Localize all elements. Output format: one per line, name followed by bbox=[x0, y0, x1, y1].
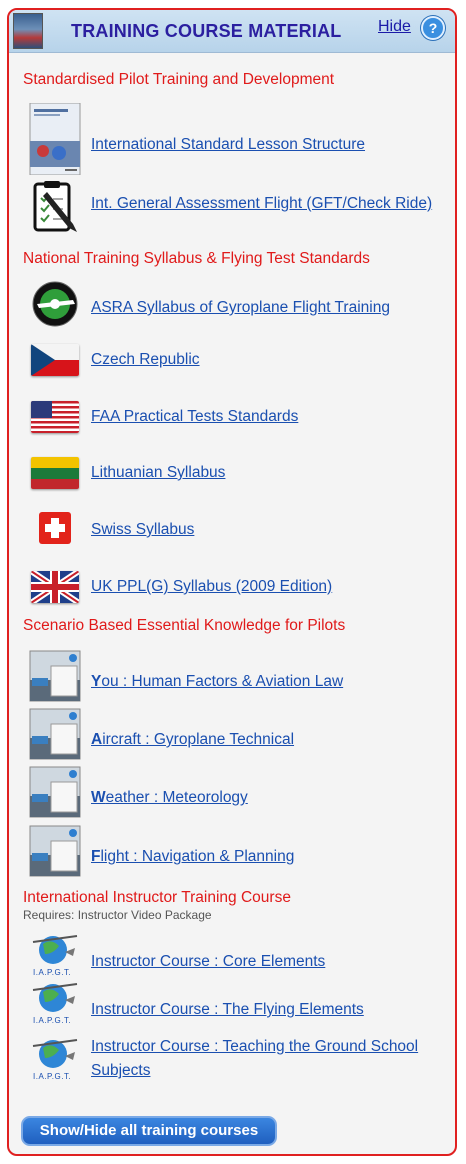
scenario-thumbnail-icon bbox=[29, 825, 81, 877]
section-title-instructor: International Instructor Training Course bbox=[23, 889, 291, 906]
panel-title: TRAINING COURSE MATERIAL bbox=[71, 21, 342, 41]
link-label[interactable]: Swiss Syllabus bbox=[91, 518, 451, 542]
link-label[interactable]: Flight : Navigation & Planning bbox=[91, 845, 451, 869]
section-title-scenario: Scenario Based Essential Knowledge for P… bbox=[23, 617, 346, 634]
link-label[interactable]: Instructor Course : Core Elements bbox=[91, 950, 451, 974]
section-title-standardised: Standardised Pilot Training and Developm… bbox=[23, 71, 335, 88]
iapgt-logo-text: I.A.P.G.T. bbox=[33, 968, 72, 977]
link-label[interactable]: International Standard Lesson Structure bbox=[91, 133, 451, 157]
section-title-national: National Training Syllabus & Flying Test… bbox=[23, 250, 370, 267]
link-label[interactable]: Instructor Course : Teaching the Ground … bbox=[91, 1035, 451, 1083]
show-hide-all-button[interactable]: Show/Hide all training courses bbox=[21, 1116, 277, 1146]
link-label[interactable]: Weather : Meteorology bbox=[91, 786, 451, 810]
link-label[interactable]: Int. General Assessment Flight (GFT/Chec… bbox=[91, 192, 451, 216]
link-label[interactable]: Lithuanian Syllabus bbox=[91, 461, 451, 485]
link-label[interactable]: Aircraft : Gyroplane Technical bbox=[91, 728, 451, 752]
link-label[interactable]: FAA Practical Tests Standards bbox=[91, 405, 451, 429]
panel-header: TRAINING COURSE MATERIAL Hide ? bbox=[9, 10, 455, 53]
us-flag-icon bbox=[29, 391, 81, 443]
link-label[interactable]: ASRA Syllabus of Gyroplane Flight Traini… bbox=[91, 296, 451, 320]
hide-link[interactable]: Hide bbox=[378, 18, 411, 36]
help-icon[interactable]: ? bbox=[421, 16, 445, 40]
iapgt-logo-icon: I.A.P.G.T. bbox=[29, 980, 81, 1032]
requirement-note: Requires: Instructor Video Package bbox=[23, 908, 212, 922]
link-label[interactable]: UK PPL(G) Syllabus (2009 Edition) bbox=[91, 575, 451, 599]
lithuania-flag-icon bbox=[29, 447, 81, 499]
handbook-cover-icon bbox=[29, 102, 81, 176]
header-thumbnail-icon bbox=[13, 13, 43, 49]
scenario-thumbnail-icon bbox=[29, 650, 81, 702]
link-label[interactable]: You : Human Factors & Aviation Law bbox=[91, 670, 451, 694]
asra-logo-icon bbox=[29, 278, 81, 330]
iapgt-logo-text: I.A.P.G.T. bbox=[33, 1016, 72, 1025]
iapgt-logo-icon: I.A.P.G.T. bbox=[29, 932, 81, 984]
iapgt-logo-text: I.A.P.G.T. bbox=[33, 1072, 72, 1081]
scenario-thumbnail-icon bbox=[29, 708, 81, 760]
czech-flag-icon bbox=[29, 334, 81, 386]
link-label[interactable]: Instructor Course : The Flying Elements bbox=[91, 998, 451, 1022]
iapgt-logo-icon: I.A.P.G.T. bbox=[29, 1036, 81, 1088]
link-label[interactable]: Czech Republic bbox=[91, 348, 451, 372]
uk-flag-icon bbox=[29, 561, 81, 613]
scenario-thumbnail-icon bbox=[29, 766, 81, 818]
clipboard-pencil-icon bbox=[29, 180, 81, 232]
swiss-flag-icon bbox=[29, 504, 81, 556]
training-course-panel: TRAINING COURSE MATERIAL Hide ? Standard… bbox=[7, 8, 457, 1156]
